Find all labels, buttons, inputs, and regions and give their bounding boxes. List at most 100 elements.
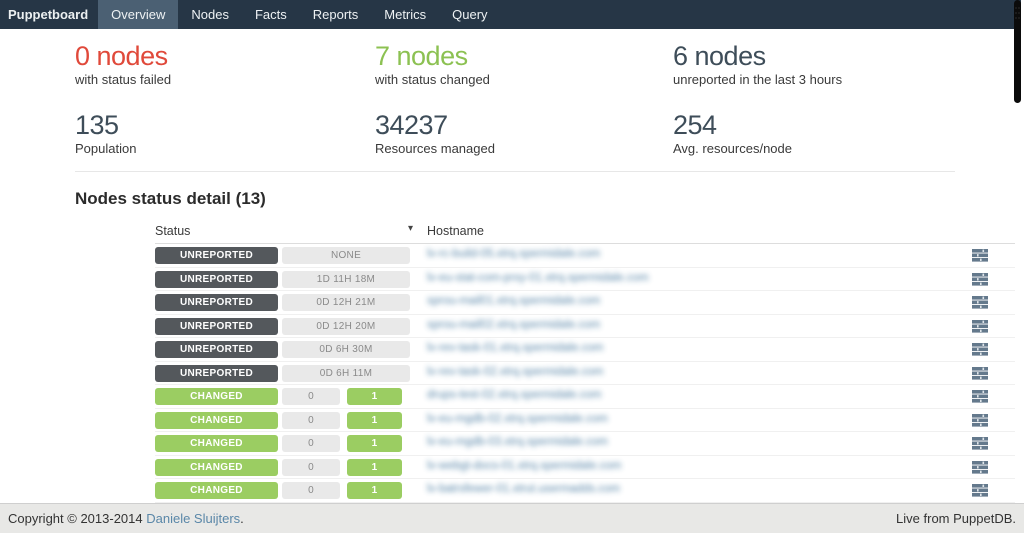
hostname-link[interactable]: lv-rev-task-02.xtrq.spermidale.com [427,366,603,378]
nav-item-reports[interactable]: Reports [300,0,372,29]
status-badge: CHANGED [155,459,278,476]
stat-value: 7 nodes [375,41,673,71]
stat-value: 254 [673,110,955,140]
stats-row-status: 0 nodeswith status failed7 nodeswith sta… [75,41,955,88]
top-navbar: Puppetboard OverviewNodesFactsReportsMet… [0,0,1024,29]
tasks-icon[interactable] [972,414,988,427]
table-row: UNREPORTED0D 6H 30M lv-rev-task-01.xtrq.s… [155,338,1015,362]
status-badge: UNREPORTED [155,294,278,311]
hostname-link[interactable]: sprou-mail01.xtrq.spermidale.com [427,295,600,307]
table-row: UNREPORTED0D 12H 20Msprou-mail02.xtrq.sp… [155,315,1015,339]
table-row: CHANGED01lv-batrsfewer-01.xtrut.usermadd… [155,479,1015,503]
stat-caption: unreported in the last 3 hours [673,71,955,88]
copyright-text: Copyright © 2013-2014 Daniele Sluijters. [8,511,244,526]
tasks-icon[interactable] [972,367,988,380]
changed-count-badge: 1 [347,459,402,476]
unreported-duration-badge: 0D 6H 11M [282,365,410,382]
status-badge: CHANGED [155,482,278,499]
stat-caption: Resources managed [375,140,673,157]
changed-count-badge: 1 [347,412,402,429]
skipped-count-badge: 0 [282,388,340,405]
page-title: Nodes status detail (13) [75,188,955,210]
copyright-suffix: . [240,511,244,526]
table-row: CHANGED01 lv-eu-mgdb-02.xtrq.spermidale.c… [155,409,1015,433]
table-row: UNREPORTED1D 11H 18M lv-eu-stat-com-prxy-… [155,268,1015,292]
unreported-duration-badge: 0D 6H 30M [282,341,410,358]
puppetdb-status-text: Live from PuppetDB. [896,511,1016,526]
stat-status-2: 6 nodesunreported in the last 3 hours [673,41,955,88]
hostname-link[interactable]: drups-test-02.xtrq.spermidale.com [427,389,601,401]
status-badge: CHANGED [155,388,278,405]
table-row: UNREPORTEDNONE lv-rc-build-05.xtrq.spermi… [155,244,1015,268]
tasks-icon[interactable] [972,273,988,286]
main-content: 0 nodeswith status failed7 nodeswith sta… [75,41,955,503]
hostname-link[interactable]: lv-webgt-docs-01.xtrq.spermidale.com [427,460,621,472]
stat-status-1: 7 nodeswith status changed [375,41,673,88]
tasks-icon[interactable] [972,296,988,309]
unreported-duration-badge: 1D 11H 18M [282,271,410,288]
tasks-icon[interactable] [972,437,988,450]
skipped-count-badge: 0 [282,412,340,429]
author-link[interactable]: Daniele Sluijters [146,511,240,526]
stat-value: 34237 [375,110,673,140]
status-badge: CHANGED [155,412,278,429]
hostname-link[interactable]: lv-eu-mgdb-03.xtrq.spermidale.com [427,436,608,448]
stat-caption: Avg. resources/node [673,140,955,157]
unreported-duration-badge: NONE [282,247,410,264]
table-body: UNREPORTEDNONElv-rc-build-05.xtrq.spermi… [155,244,1015,503]
copyright-prefix: Copyright © 2013-2014 [8,511,146,526]
tasks-icon[interactable] [972,390,988,403]
sort-caret-icon[interactable]: ▾ [408,223,413,234]
hostname-link[interactable]: lv-rc-build-05.xtrq.spermidale.com [427,248,600,260]
column-header-status[interactable]: Status [155,224,190,238]
nav-item-metrics[interactable]: Metrics [371,0,439,29]
stat-population-0: 135Population [75,110,375,157]
table-row: UNREPORTED0D 12H 21M sprou-mail01.xtrq.sp… [155,291,1015,315]
unreported-duration-badge: 0D 12H 21M [282,294,410,311]
stat-value: 0 nodes [75,41,375,71]
brand-puppetboard[interactable]: Puppetboard [0,0,98,29]
tasks-icon[interactable] [972,249,988,262]
hostname-link[interactable]: lv-eu-stat-com-prxy-01.xtrq.spermidale.c… [427,272,649,284]
nav-items: OverviewNodesFactsReportsMetricsQuery [98,0,500,29]
tasks-icon[interactable] [972,484,988,497]
hostname-link[interactable]: lv-batrsfewer-01.xtrut.usermadds.com [427,483,620,495]
scrollbar-grip [1015,6,1020,20]
changed-count-badge: 1 [347,388,402,405]
status-badge: UNREPORTED [155,271,278,288]
table-header: Status ▾ Hostname [155,222,1015,244]
footer-bar: Copyright © 2013-2014 Daniele Sluijters.… [0,503,1024,533]
tasks-icon[interactable] [972,461,988,474]
nodes-status-table: Status ▾ Hostname UNREPORTEDNONElv-rc-bu… [155,222,1015,503]
table-row: CHANGED01lv-webgt-docs-01.xtrq.spermidal… [155,456,1015,480]
hostname-link[interactable]: lv-eu-mgdb-02.xtrq.spermidale.com [427,413,608,425]
status-badge: UNREPORTED [155,318,278,335]
section-divider [75,171,955,172]
scrollbar-thumb[interactable] [1014,0,1021,103]
table-row: CHANGED01 lv-eu-mgdb-03.xtrq.spermidale.c… [155,432,1015,456]
tasks-icon[interactable] [972,320,988,333]
status-badge: UNREPORTED [155,247,278,264]
stats-row-population: 135Population34237Resources managed254Av… [75,110,955,157]
status-badge: CHANGED [155,435,278,452]
tasks-icon[interactable] [972,343,988,356]
nav-item-nodes[interactable]: Nodes [178,0,242,29]
stat-population-1: 34237Resources managed [375,110,673,157]
stat-caption: Population [75,140,375,157]
changed-count-badge: 1 [347,482,402,499]
stat-population-2: 254Avg. resources/node [673,110,955,157]
status-badge: UNREPORTED [155,341,278,358]
nav-item-query[interactable]: Query [439,0,500,29]
stat-caption: with status changed [375,71,673,88]
column-header-hostname[interactable]: Hostname [427,224,484,238]
stat-value: 6 nodes [673,41,955,71]
hostname-link[interactable]: sprou-mail02.xtrq.spermidale.com [427,319,600,331]
nav-item-overview[interactable]: Overview [98,0,178,29]
stat-status-0: 0 nodeswith status failed [75,41,375,88]
table-row: CHANGED01 drups-test-02.xtrq.spermidale.c… [155,385,1015,409]
changed-count-badge: 1 [347,435,402,452]
stat-value: 135 [75,110,375,140]
skipped-count-badge: 0 [282,435,340,452]
hostname-link[interactable]: lv-rev-task-01.xtrq.spermidale.com [427,342,603,354]
nav-item-facts[interactable]: Facts [242,0,300,29]
